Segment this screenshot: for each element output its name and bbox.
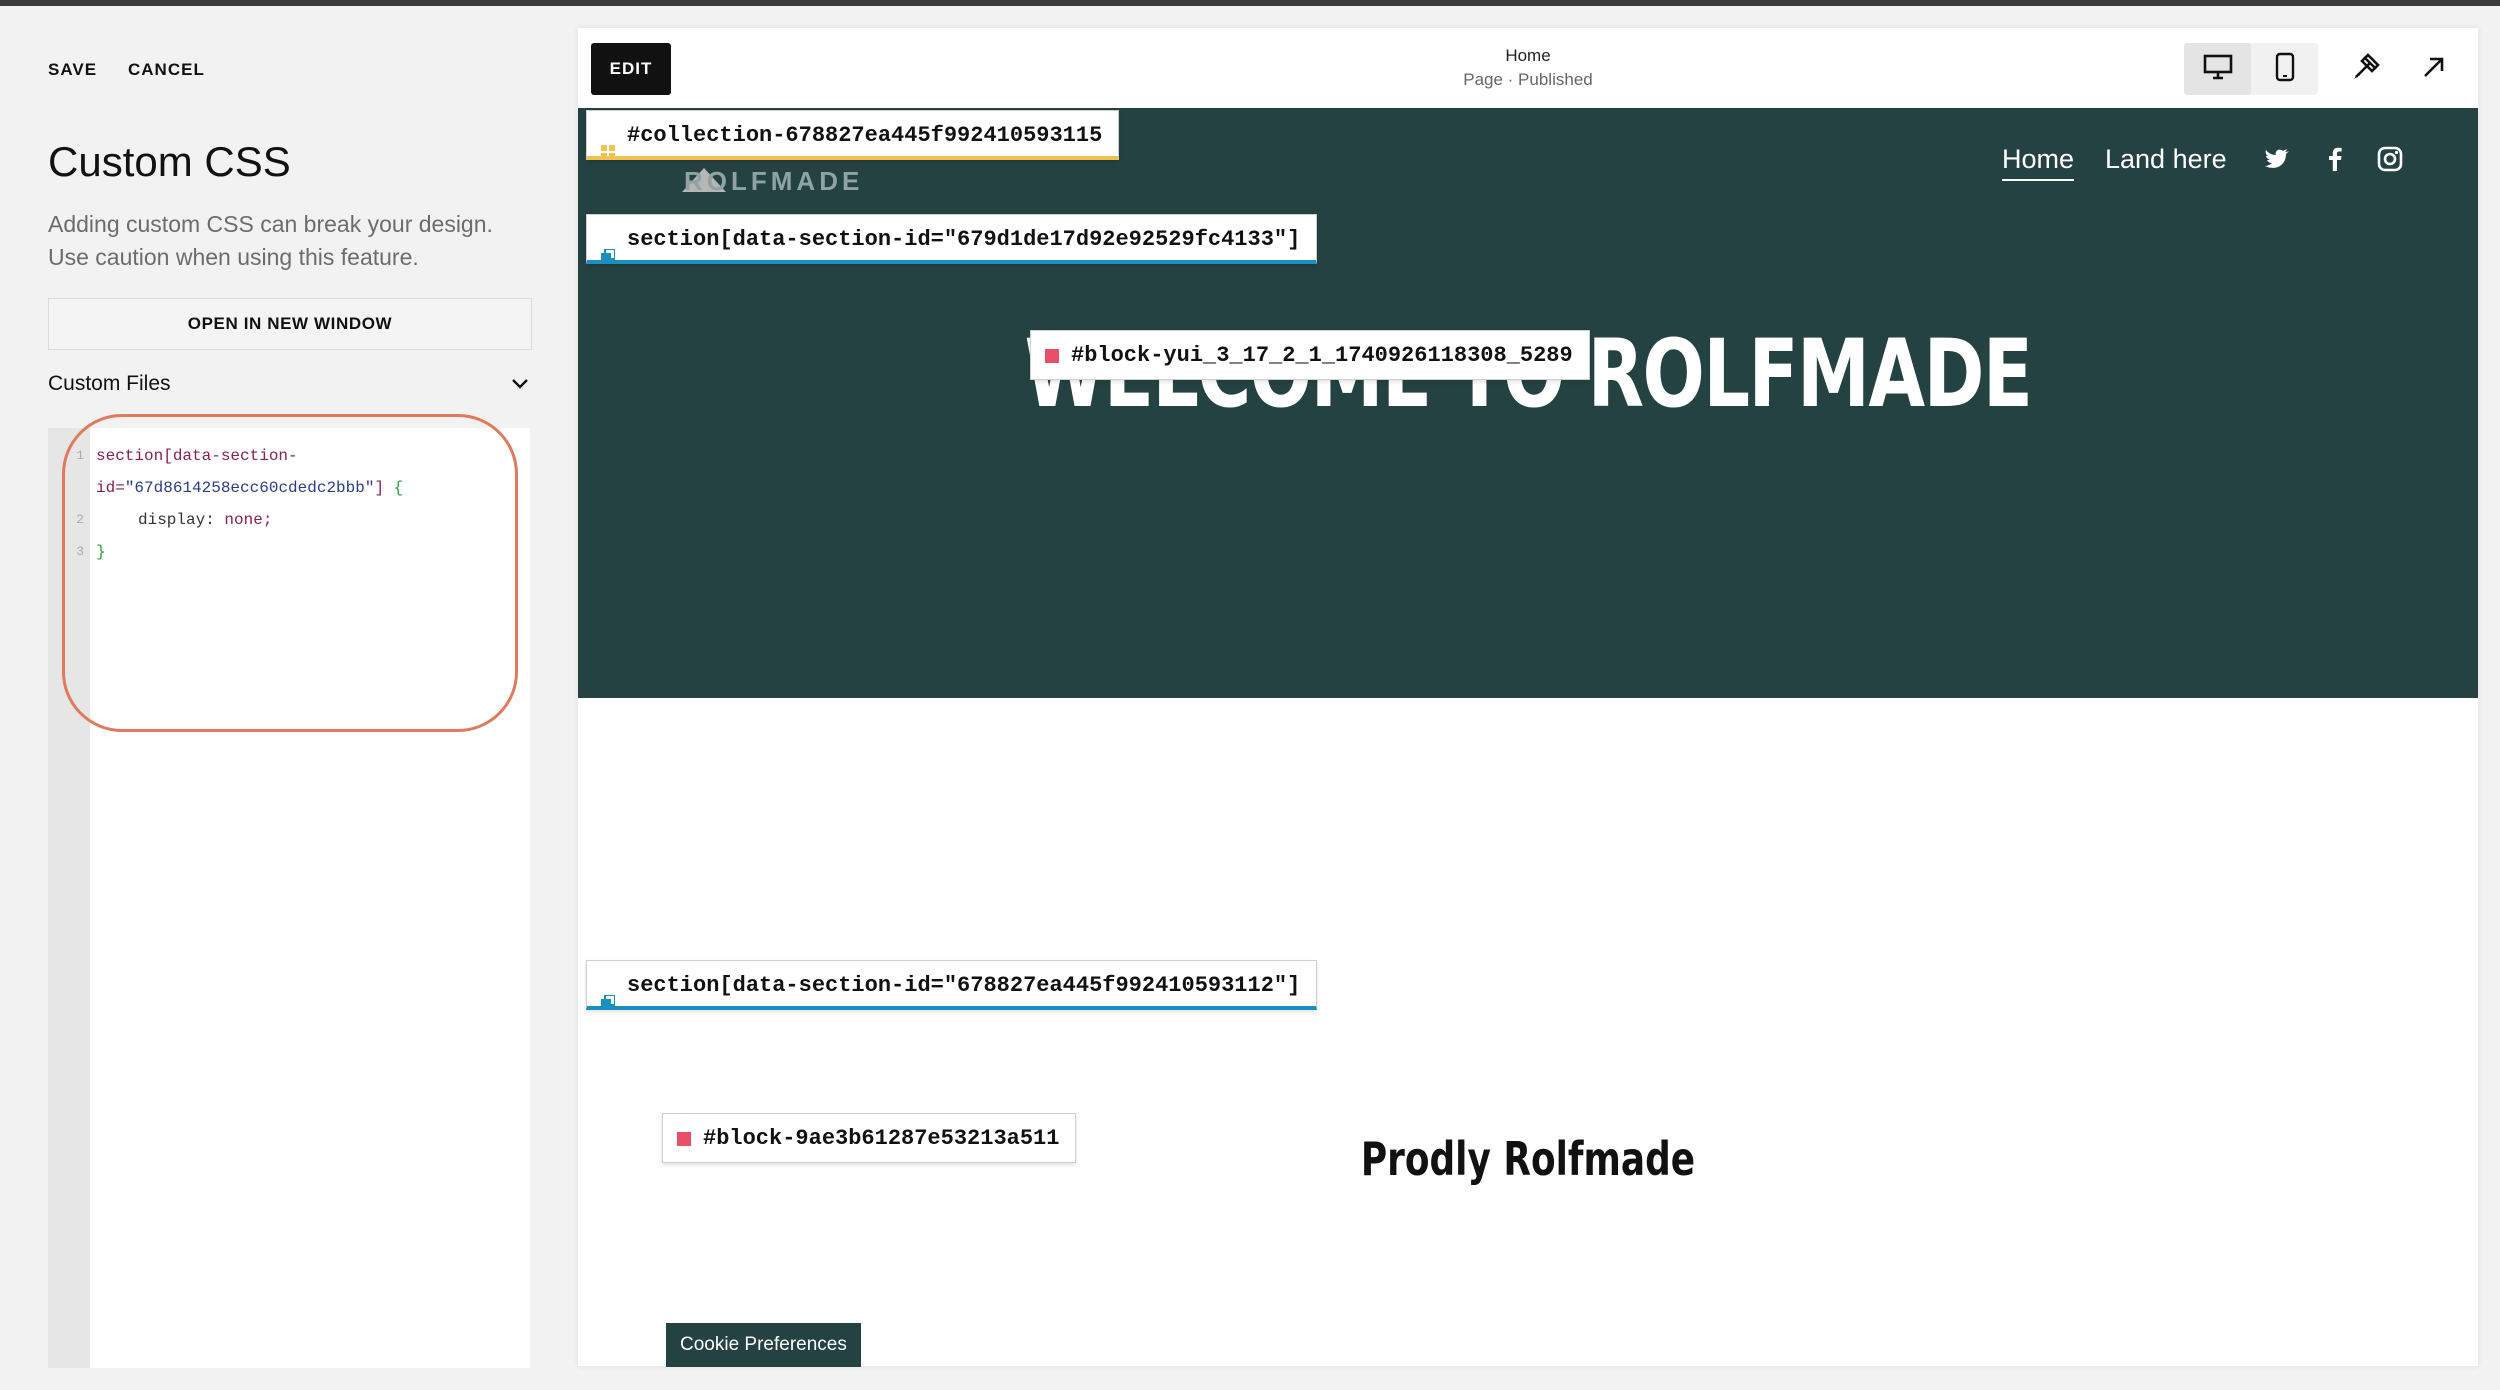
cookie-preferences-button[interactable]: Cookie Preferences — [666, 1323, 861, 1367]
facebook-icon — [2328, 147, 2342, 176]
save-button[interactable]: SAVE — [48, 60, 97, 80]
selector-text: section[data-section-id="679d1de17d92e92… — [627, 227, 1301, 252]
selector-text: #block-9ae3b61287e53213a511 — [703, 1126, 1060, 1151]
desktop-icon — [2203, 54, 2233, 85]
desktop-view-button[interactable] — [2184, 43, 2251, 95]
custom-files-dropdown[interactable]: Custom Files — [48, 362, 530, 406]
open-in-new-window-button[interactable]: OPEN IN NEW WINDOW — [48, 298, 532, 350]
section-icon — [601, 979, 616, 1009]
code-text: ] — [374, 479, 394, 497]
custom-files-label: Custom Files — [48, 372, 171, 395]
panel-description: Adding custom CSS can break your design.… — [48, 211, 493, 270]
custom-css-panel: SAVE CANCEL Custom CSS Adding custom CSS… — [0, 6, 578, 1390]
section-icon — [601, 233, 616, 263]
selector-tag-section[interactable]: section[data-section-id="678827ea445f992… — [586, 960, 1318, 1010]
twitter-icon — [2264, 148, 2290, 175]
nav-link-home[interactable]: Home — [2002, 144, 2075, 181]
code-brace: { — [393, 479, 404, 497]
instagram-icon — [2377, 146, 2403, 177]
line-number-gutter — [48, 428, 90, 1368]
line-number: 1 — [76, 448, 84, 463]
preview-toolbar: EDIT Home Page · Published — [578, 28, 2478, 108]
device-toggle — [2184, 43, 2318, 95]
line-number: 2 — [76, 512, 84, 527]
facebook-link[interactable] — [2320, 146, 2350, 176]
code-line: 1 section[data-section- — [48, 440, 530, 472]
collection-grid-icon — [601, 129, 615, 159]
selector-text: section[data-section-id="678827ea445f992… — [627, 973, 1301, 998]
code-content: 1 section[data-section- id="67d8614258ec… — [48, 440, 530, 568]
selector-text: #collection-678827ea445f992410593115 — [627, 123, 1103, 148]
line-number: 3 — [76, 544, 84, 559]
code-brace: } — [96, 543, 106, 561]
selector-tag-block[interactable]: #block-9ae3b61287e53213a511 — [662, 1113, 1077, 1163]
code-value: none; — [224, 511, 273, 529]
code-string: "67d8614258ecc60cdedc2bbb" — [124, 479, 375, 497]
css-code-editor[interactable]: 1 section[data-section- id="67d8614258ec… — [48, 428, 530, 1368]
site-preview: EDIT Home Page · Published ROLFMADE Home… — [578, 28, 2478, 1367]
chevron-down-icon — [510, 374, 530, 394]
instagram-link[interactable] — [2375, 146, 2405, 176]
panel-title: Custom CSS — [48, 138, 291, 185]
design-button[interactable] — [2340, 43, 2392, 95]
hero-section[interactable]: ROLFMADE Home Land here WELCOME TO ROLFM… — [578, 108, 2478, 698]
block-icon — [677, 1132, 691, 1146]
code-line: 2 display: none; — [48, 504, 530, 536]
selector-tag-block[interactable]: #block-yui_3_17_2_1_1740926118308_5289 — [1030, 330, 1590, 380]
selector-text: #block-yui_3_17_2_1_1740926118308_5289 — [1071, 343, 1573, 368]
external-link-icon — [2421, 54, 2447, 85]
site-logo-text: ROLFMADE — [684, 166, 864, 196]
cancel-button[interactable]: CANCEL — [128, 60, 205, 80]
mobile-icon — [2275, 52, 2295, 87]
code-line: 3 } — [48, 536, 530, 568]
code-line: id="67d8614258ecc60cdedc2bbb"] { — [48, 472, 530, 504]
mobile-view-button[interactable] — [2251, 43, 2318, 95]
open-site-button[interactable] — [2408, 43, 2460, 95]
code-property: display: — [138, 511, 225, 529]
block-icon — [1045, 349, 1059, 363]
selector-tag-section[interactable]: section[data-section-id="679d1de17d92e92… — [586, 214, 1318, 264]
paintbrush-icon — [2350, 51, 2382, 88]
code-text: id= — [96, 479, 125, 497]
code-text: section[data-section- — [96, 447, 298, 465]
twitter-link[interactable] — [2262, 146, 2292, 176]
selector-tag-collection[interactable]: #collection-678827ea445f992410593115 — [586, 110, 1120, 160]
nav-link-land-here[interactable]: Land here — [2105, 144, 2227, 175]
